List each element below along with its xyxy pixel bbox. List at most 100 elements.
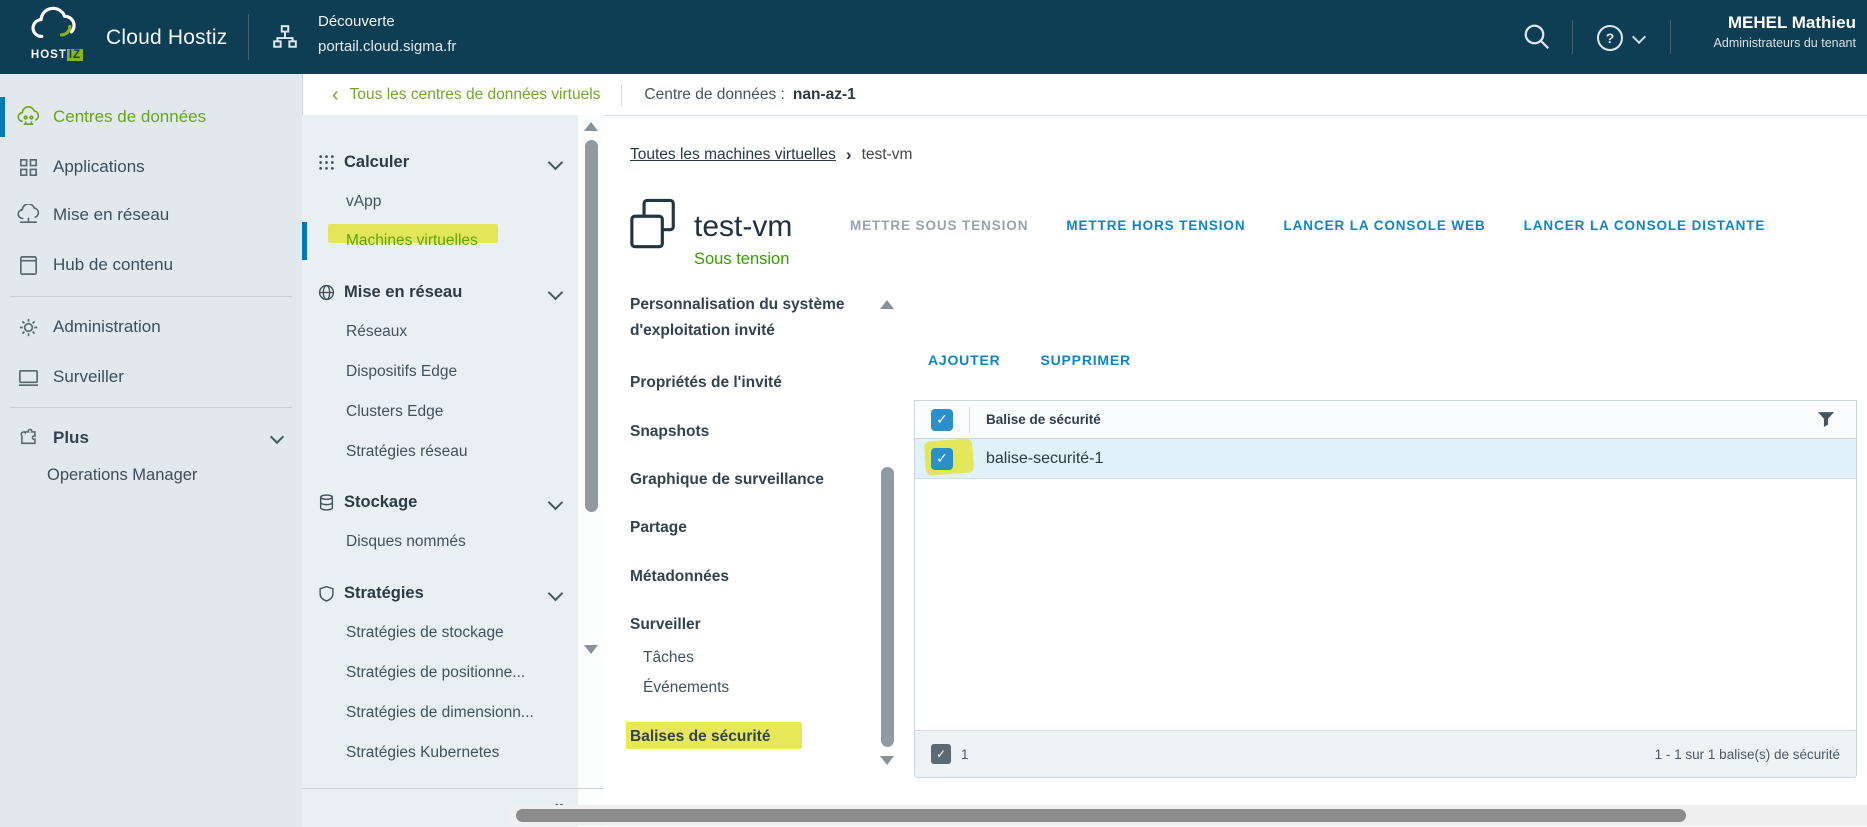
sidebar-item-label: Plus [53,428,89,448]
nav-item-label: Dispositifs Edge [346,363,457,381]
nav-item-label: vApp [346,193,381,211]
user-role: Administrateurs du tenant [1694,36,1856,50]
sidebar-item-more[interactable]: Plus [0,418,302,458]
user-name: MEHEL Mathieu [1694,13,1856,33]
table-footer: ✓ 1 1 - 1 sur 1 balise(s) de sécurité [915,730,1856,777]
security-tag-name: balise-securité-1 [986,450,1103,468]
nav-item-vapp[interactable]: vApp [346,184,381,220]
column-header-security-tag[interactable]: Balise de sécurité [986,412,1101,427]
breadcrumb-current: test-vm [862,146,913,164]
vm-nav-item-sharing[interactable]: Partage [630,515,687,541]
vm-nav-item-monitor[interactable]: Surveiller [630,612,701,638]
vm-nav-item-security-tags[interactable]: Balises de sécurité [630,724,770,750]
row-checkbox[interactable]: ✓ [931,448,953,470]
active-item-indicator [302,222,307,260]
vm-nav-item-metadata[interactable]: Métadonnées [630,564,729,590]
user-menu[interactable]: MEHEL Mathieu Administrateurs du tenant [1694,13,1856,50]
sidebar-item-label: Centres de données [53,107,206,127]
all-vms-link[interactable]: Toutes les machines virtuelles [630,146,836,164]
vm-nav-item-tasks[interactable]: Tâches [643,645,694,671]
sidebar-divider [10,296,292,297]
vm-nav-item-guest-properties[interactable]: Propriétés de l'invité [630,370,782,396]
help-icon[interactable]: ? [1597,25,1623,51]
search-icon[interactable] [1522,22,1552,52]
nav-item-edge-clusters[interactable]: Clusters Edge [346,394,443,430]
nav-item-label: Machines virtuelles [346,232,478,250]
scroll-up-arrow[interactable] [584,122,598,131]
nav-item-kubernetes-policies[interactable]: Stratégies Kubernetes [346,735,499,771]
header-context-title: Découverte [318,13,395,30]
scroll-down-arrow[interactable] [584,645,598,654]
nav-item-placement-policies[interactable]: Stratégies de positionne... [346,655,525,691]
vm-nav-label: Snapshots [630,423,709,440]
panel-scrollbar-thumb[interactable] [585,140,598,512]
sidebar-item-administration[interactable]: Administration [0,307,302,347]
logo-text-host: HOST [31,49,67,61]
select-all-checkbox[interactable]: ✓ [931,409,953,431]
sidebar-item-datacenters[interactable]: Centres de données [0,97,302,137]
column-divider [969,446,970,472]
vm-nav-label: Métadonnées [630,568,729,585]
nav-item-named-disks[interactable]: Disques nommés [346,524,466,560]
compute-grid-icon [318,154,335,171]
nav-item-label: Réseaux [346,323,407,341]
scroll-up-arrow[interactable] [880,300,894,309]
delete-tag-button[interactable]: SUPPRIMER [1041,352,1131,368]
scroll-down-arrow[interactable] [880,756,894,765]
sidebar-item-content-hub[interactable]: Hub de contenu [0,245,302,285]
back-to-datacenters-link[interactable]: Tous les centres de données virtuels [350,86,601,104]
nav-item-networks[interactable]: Réseaux [346,314,407,350]
sidebar-item-networking[interactable]: Mise en réseau [0,195,302,235]
sidebar-item-label: Operations Manager [47,466,197,485]
help-chevron-down-icon[interactable] [1632,30,1646,44]
main-sidebar: Centres de données Applications Mise en … [0,74,303,827]
logo-text-iz: IZ [67,49,83,61]
help-glyph: ? [1606,30,1615,46]
breadcrumb-divider [621,84,622,106]
top-header: HOSTIZ Cloud Hostiz Découverte portail.c… [0,0,1867,74]
table-header-row: ✓ Balise de sécurité [915,401,1856,439]
nav-item-label: Stratégies de positionne... [346,664,525,682]
nav-section-networking[interactable]: Mise en réseau [318,274,462,310]
vm-nav-item-events[interactable]: Événements [643,675,729,701]
sidebar-item-label: Mise en réseau [53,205,169,225]
vm-nav-item-guest-os-customization[interactable]: Personnalisation du système d'exploitati… [630,292,862,344]
vm-nav-scrollbar-thumb[interactable] [881,467,894,747]
nav-section-storage[interactable]: Stockage [318,484,417,520]
cloud-network-icon [17,204,40,227]
sidebar-item-applications[interactable]: Applications [0,147,302,187]
nav-item-sizing-policies[interactable]: Stratégies de dimensionn... [346,695,534,731]
sidebar-divider [10,407,292,408]
horizontal-scrollbar-thumb[interactable] [516,809,1686,822]
column-divider [969,407,970,433]
applications-icon [17,156,40,179]
table-row[interactable]: ✓ balise-securité-1 [915,439,1856,479]
security-tags-table: ✓ Balise de sécurité ✓ balise-securité-1… [914,400,1857,778]
brand-logo[interactable]: HOSTIZ [24,6,90,62]
nav-item-virtual-machines[interactable]: Machines virtuelles [346,223,1867,259]
vm-breadcrumb: Toutes les machines virtuelles › test-vm [630,145,912,165]
nav-section-label: Mise en réseau [344,283,462,302]
header-context-subtitle: portail.cloud.sigma.fr [318,38,456,55]
header-divider [1670,20,1671,54]
sidebar-item-monitor[interactable]: Surveiller [0,357,302,397]
add-tag-button[interactable]: AJOUTER [928,352,1001,368]
nav-item-storage-policies[interactable]: Stratégies de stockage [346,615,504,651]
filter-icon[interactable] [1818,412,1834,427]
vm-nav-label: Propriétés de l'invité [630,374,782,391]
security-tags-toolbar: AJOUTER SUPPRIMER [928,352,1131,368]
vm-nav-label: Événements [643,679,729,696]
chevron-down-icon [270,430,284,444]
sitemap-icon [272,24,298,50]
nav-item-edge-gateways[interactable]: Dispositifs Edge [346,354,457,390]
vm-nav-item-snapshots[interactable]: Snapshots [630,419,709,445]
nav-section-policies[interactable]: Stratégies [318,575,424,611]
nav-section-compute[interactable]: Calculer [318,144,409,180]
header-divider [1572,20,1573,54]
datacenter-value: nan-az-1 [793,86,856,104]
sidebar-item-operations-manager[interactable]: Operations Manager [0,455,302,495]
nav-item-network-policies[interactable]: Stratégies réseau [346,434,468,470]
back-chevron-icon[interactable]: ‹ [332,87,339,103]
datacenter-label: Centre de données : [644,86,784,104]
vm-nav-item-monitoring-chart[interactable]: Graphique de surveillance [630,467,824,493]
